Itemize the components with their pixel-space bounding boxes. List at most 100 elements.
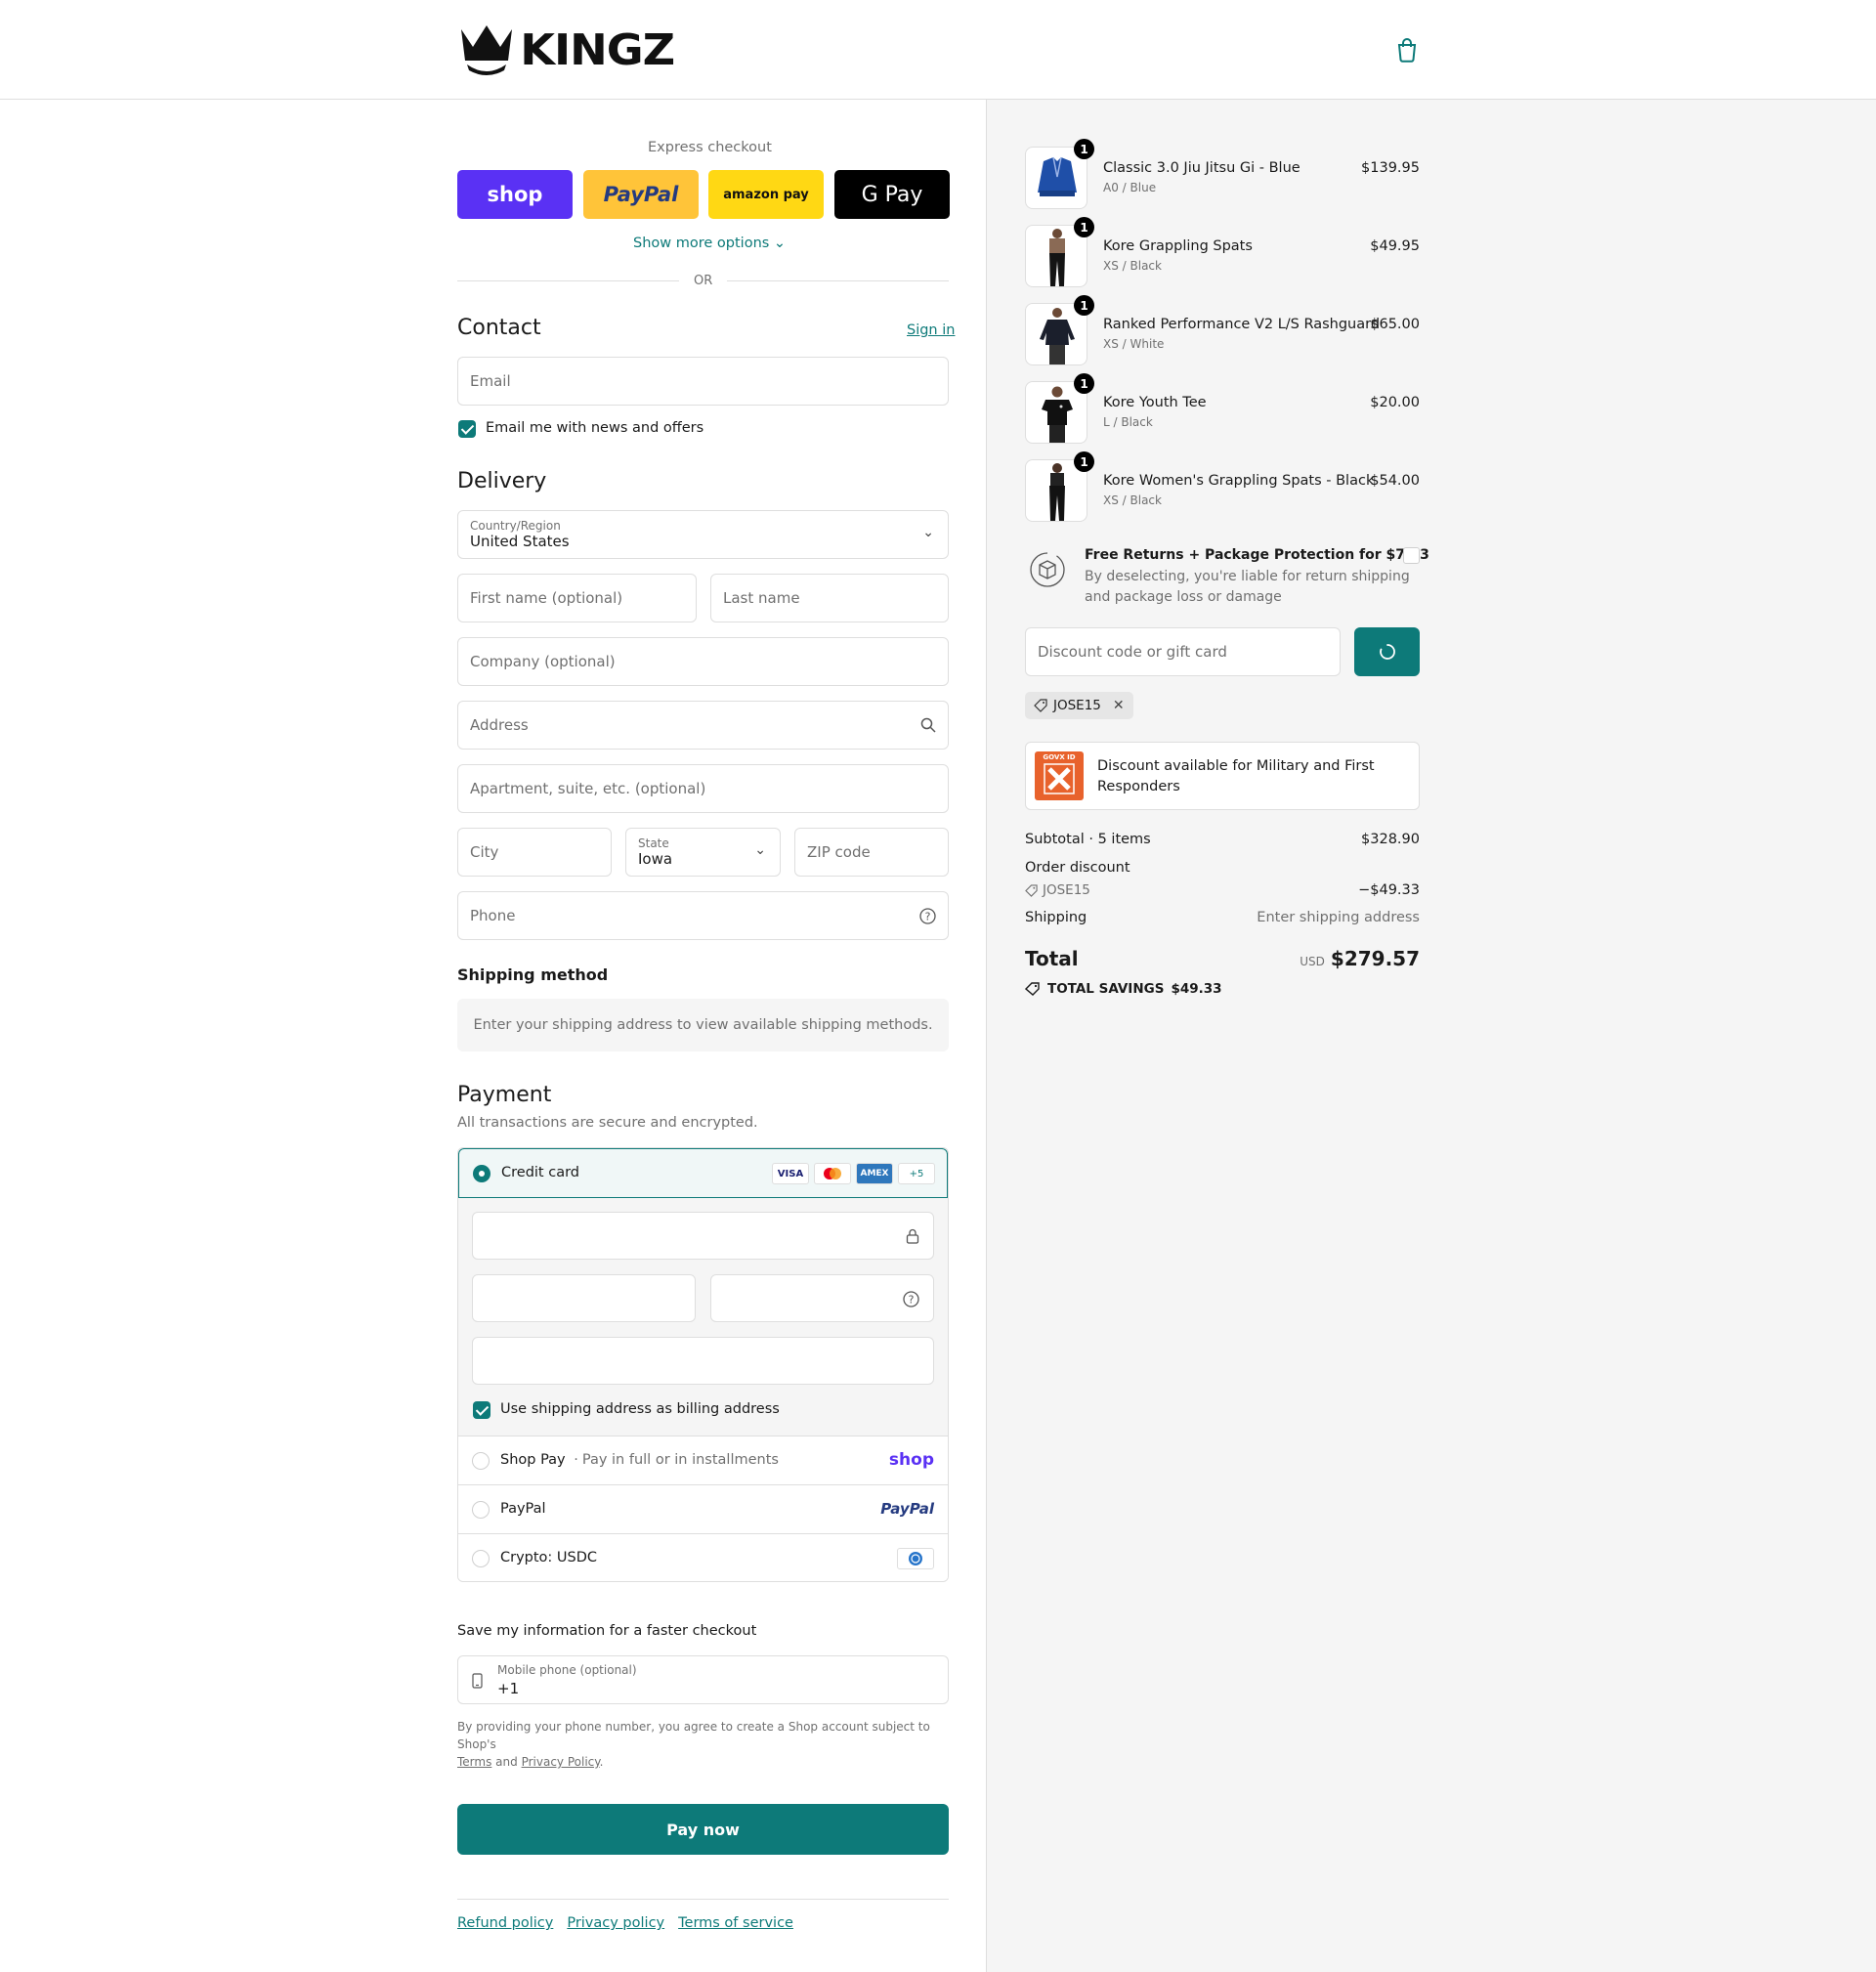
crown-icon bbox=[461, 25, 512, 75]
company-field[interactable]: Company (optional) bbox=[457, 637, 949, 686]
quantity-badge: 1 bbox=[1074, 295, 1094, 316]
credit-card-radio[interactable] bbox=[473, 1165, 490, 1182]
pay-now-button[interactable]: Pay now bbox=[457, 1804, 949, 1855]
divider bbox=[727, 280, 949, 281]
mastercard-icon bbox=[814, 1163, 851, 1184]
military-discount-banner[interactable]: GOVX ID Discount available for Military … bbox=[1025, 742, 1420, 810]
protection-description: By deselecting, you're liable for return… bbox=[1085, 569, 1410, 605]
address-field[interactable]: Address bbox=[457, 701, 949, 750]
security-code-field[interactable]: ? bbox=[710, 1274, 934, 1322]
paypal-radio[interactable] bbox=[472, 1501, 490, 1519]
military-discount-text: Discount available for Military and Firs… bbox=[1097, 758, 1375, 794]
shop-pay-note: Pay in full or in installments bbox=[581, 1452, 779, 1468]
crypto-option[interactable]: Crypto: USDC bbox=[458, 1533, 948, 1581]
newsletter-checkbox[interactable] bbox=[458, 420, 476, 438]
credit-card-option[interactable]: Credit card VISA AMEX +5 bbox=[458, 1148, 948, 1198]
divider bbox=[457, 280, 679, 281]
brand-logo[interactable]: KINGZ bbox=[459, 23, 675, 76]
zip-field[interactable]: ZIP code bbox=[794, 828, 949, 877]
item-price: $65.00 bbox=[1370, 317, 1420, 332]
item-name: Kore Women's Grappling Spats - Black bbox=[1103, 473, 1375, 489]
remove-discount-icon[interactable]: ✕ bbox=[1113, 698, 1125, 713]
amazon-pay-logo: amazon pay bbox=[723, 187, 809, 202]
sign-in-link[interactable]: Sign in bbox=[907, 322, 955, 338]
apartment-field[interactable]: Apartment, suite, etc. (optional) bbox=[457, 764, 949, 813]
payment-subtitle: All transactions are secure and encrypte… bbox=[457, 1115, 758, 1131]
crypto-radio[interactable] bbox=[472, 1550, 490, 1567]
order-discount-code: JOSE15 bbox=[1025, 882, 1090, 898]
tag-icon bbox=[1025, 982, 1040, 996]
paypal-option[interactable]: PayPal PayPal bbox=[458, 1484, 948, 1533]
or-separator: OR bbox=[694, 274, 713, 288]
chevron-down-icon: ⌄ bbox=[922, 525, 934, 540]
credit-card-label: Credit card bbox=[501, 1165, 579, 1180]
tag-icon bbox=[1034, 699, 1047, 712]
email-field[interactable]: Email bbox=[457, 357, 949, 406]
subtotal-label: Subtotal · 5 items bbox=[1025, 832, 1151, 847]
show-more-options-link[interactable]: Show more options ⌄ bbox=[633, 236, 786, 251]
protection-checkbox[interactable] bbox=[1403, 547, 1420, 564]
shop-pay-logo: shop bbox=[487, 183, 543, 206]
item-variant: L / Black bbox=[1103, 415, 1153, 429]
phone-field[interactable]: Phone ? bbox=[457, 891, 949, 940]
refund-policy-link[interactable]: Refund policy bbox=[457, 1915, 553, 1931]
billing-same-label: Use shipping address as billing address bbox=[500, 1401, 780, 1417]
brand-name: KINGZ bbox=[520, 24, 675, 75]
first-name-field[interactable]: First name (optional) bbox=[457, 574, 697, 622]
shipping-method-placeholder: Enter your shipping address to view avai… bbox=[457, 999, 949, 1051]
last-name-field[interactable]: Last name bbox=[710, 574, 949, 622]
usdc-icon bbox=[897, 1548, 934, 1569]
protection-title: Free Returns + Package Protection for $7… bbox=[1085, 547, 1429, 563]
order-item: 1 Kore Women's Grappling Spats - Black X… bbox=[1025, 451, 1420, 522]
discount-code-label: JOSE15 bbox=[1053, 698, 1101, 713]
item-variant: XS / Black bbox=[1103, 493, 1162, 507]
delivery-heading: Delivery bbox=[457, 469, 547, 493]
tag-icon bbox=[1025, 883, 1038, 897]
country-select[interactable]: Country/Region United States ⌄ bbox=[457, 510, 949, 559]
shop-pay-option[interactable]: Shop Pay · Pay in full or in installments… bbox=[458, 1436, 948, 1484]
chevron-down-icon: ⌄ bbox=[754, 842, 766, 858]
item-price: $49.95 bbox=[1370, 238, 1420, 254]
state-select[interactable]: State Iowa ⌄ bbox=[625, 828, 781, 877]
total-value: $279.57 bbox=[1330, 947, 1420, 970]
item-name: Kore Youth Tee bbox=[1103, 395, 1207, 410]
search-icon bbox=[920, 717, 936, 733]
divider bbox=[457, 1899, 949, 1900]
shop-privacy-link[interactable]: Privacy Policy bbox=[522, 1755, 600, 1769]
google-pay-express-button[interactable]: G Pay bbox=[834, 170, 950, 219]
shop-pay-express-button[interactable]: shop bbox=[457, 170, 573, 219]
terms-of-service-link[interactable]: Terms of service bbox=[678, 1915, 793, 1931]
card-number-field[interactable] bbox=[472, 1212, 934, 1260]
quantity-badge: 1 bbox=[1074, 139, 1094, 159]
help-icon[interactable]: ? bbox=[919, 908, 936, 924]
shopping-bag-icon[interactable] bbox=[1395, 37, 1419, 63]
item-variant: XS / White bbox=[1103, 337, 1165, 351]
loading-spinner-icon bbox=[1379, 644, 1395, 660]
order-item: 1 Ranked Performance V2 L/S Rashguard XS… bbox=[1025, 295, 1420, 365]
newsletter-label: Email me with news and offers bbox=[486, 420, 704, 436]
help-icon[interactable]: ? bbox=[903, 1291, 919, 1308]
mobile-phone-field[interactable]: Mobile phone (optional) +1 bbox=[457, 1655, 949, 1704]
order-discount-value: −$49.33 bbox=[1358, 882, 1420, 898]
discount-code-field[interactable]: Discount code or gift card bbox=[1025, 627, 1341, 676]
shop-pay-radio[interactable] bbox=[472, 1452, 490, 1470]
city-field[interactable]: City bbox=[457, 828, 612, 877]
shop-terms-link[interactable]: Terms bbox=[457, 1755, 491, 1769]
chevron-down-icon: ⌄ bbox=[773, 236, 787, 251]
contact-heading: Contact bbox=[457, 316, 541, 340]
apply-discount-button[interactable] bbox=[1354, 627, 1420, 676]
name-on-card-field[interactable] bbox=[472, 1337, 934, 1385]
shipping-value: Enter shipping address bbox=[1257, 910, 1420, 925]
subtotal-value: $328.90 bbox=[1361, 832, 1420, 847]
paypal-logo: PayPal bbox=[603, 183, 679, 206]
amazon-pay-express-button[interactable]: amazon pay bbox=[708, 170, 824, 219]
item-name: Kore Grappling Spats bbox=[1103, 238, 1253, 254]
privacy-policy-link[interactable]: Privacy policy bbox=[567, 1915, 664, 1931]
billing-same-checkbox[interactable] bbox=[473, 1401, 490, 1419]
expiration-date-field[interactable] bbox=[472, 1274, 696, 1322]
payment-heading: Payment bbox=[457, 1083, 552, 1107]
header: KINGZ bbox=[0, 0, 1876, 100]
paypal-express-button[interactable]: PayPal bbox=[583, 170, 699, 219]
item-price: $139.95 bbox=[1361, 160, 1420, 176]
mobile-phone-icon bbox=[472, 1673, 483, 1689]
